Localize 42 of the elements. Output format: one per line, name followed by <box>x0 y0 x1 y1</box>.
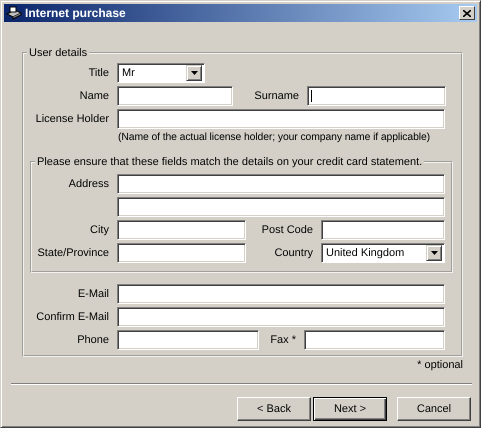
close-icon <box>463 10 471 16</box>
field-label: City <box>89 224 110 236</box>
field-label: Confirm E-Mail <box>35 311 110 323</box>
state-field[interactable] <box>117 243 246 263</box>
field-label: E-Mail <box>76 288 110 300</box>
close-button[interactable] <box>459 6 475 20</box>
city-field[interactable] <box>117 220 246 240</box>
group-title: Please ensure that these fields match the details on your credit card statement. <box>36 156 424 168</box>
surname-field[interactable] <box>307 86 446 106</box>
field-label: Address <box>68 178 110 190</box>
fax-field[interactable] <box>304 330 445 350</box>
dialog-button[interactable]: Cancel <box>397 397 471 421</box>
license-holder-field[interactable] <box>117 109 445 129</box>
name-field[interactable] <box>117 86 233 106</box>
hint-text: (Name of the actual license holder; your company name if applicable) <box>118 132 432 143</box>
phone-field[interactable] <box>117 330 259 350</box>
field-label: License Holder <box>34 113 110 125</box>
field-label: Country <box>273 247 314 259</box>
country-dropdown[interactable]: United Kingdom <box>321 243 445 263</box>
address-field[interactable] <box>117 174 445 194</box>
caret-icon <box>190 71 198 75</box>
field-label: Surname <box>253 90 300 102</box>
dropdown-button[interactable] <box>186 65 202 81</box>
field-label: Title <box>88 67 110 79</box>
dialog-button[interactable]: Next > <box>313 397 387 421</box>
field-label: Post Code <box>260 224 314 236</box>
address-field[interactable] <box>117 197 445 217</box>
window-title: Internet purchase <box>25 6 127 20</box>
computer-icon <box>6 6 22 20</box>
caret-icon <box>430 251 438 255</box>
group-title: User details <box>28 47 88 59</box>
field-label: State/Province <box>36 247 110 259</box>
optional-note: * optional <box>416 359 463 371</box>
email-field[interactable] <box>117 284 445 304</box>
dropdown-button[interactable] <box>426 245 442 261</box>
confirm-email-field[interactable] <box>117 307 445 327</box>
field-label: Fax * <box>269 334 297 346</box>
post-code-field[interactable] <box>321 220 445 240</box>
dialog-button[interactable]: < Back <box>237 397 311 421</box>
field-label: Phone <box>76 334 110 346</box>
title-dropdown[interactable]: Mr <box>117 63 205 83</box>
field-label: Name <box>78 90 110 102</box>
